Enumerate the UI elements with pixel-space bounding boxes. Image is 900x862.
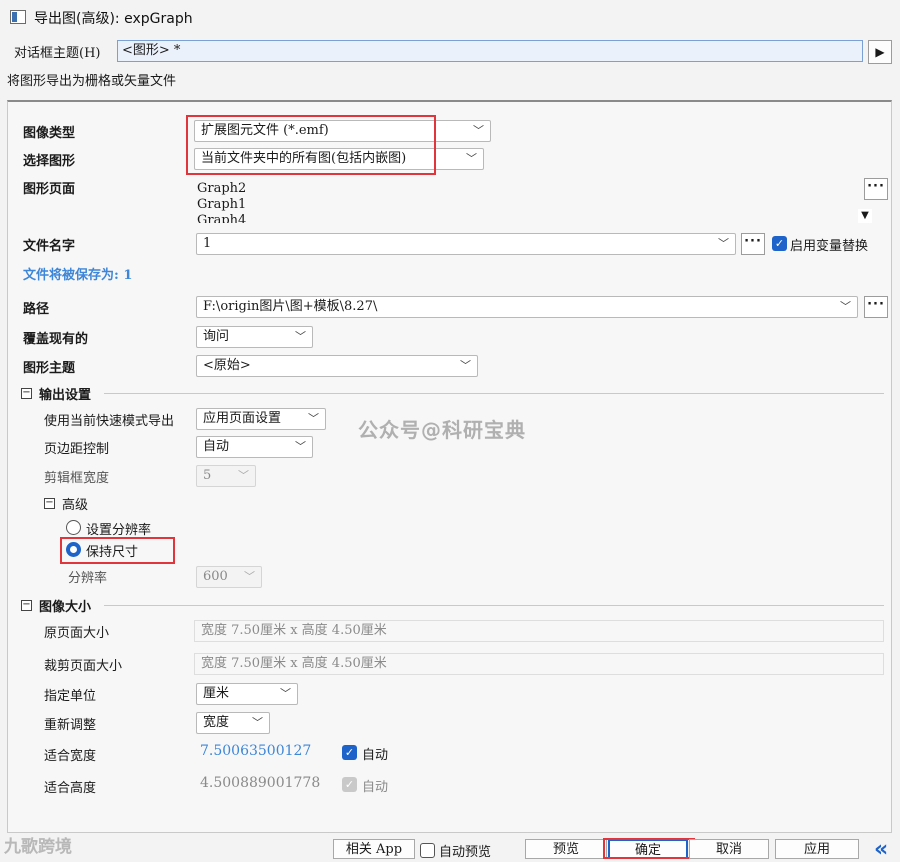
clip-width-value: 5 <box>203 468 212 483</box>
graph-pages-browse-button[interactable]: ··· <box>864 178 888 200</box>
saved-as-text: 文件将被保存为: 1 <box>23 268 133 283</box>
chevron-down-icon: ﹀ <box>295 330 306 343</box>
collapse-advanced-icon[interactable]: − <box>44 498 55 509</box>
set-resolution-label: 设置分辨率 <box>86 523 152 538</box>
chevron-down-icon: ﹀ <box>252 716 263 729</box>
resize-value: 宽度 <box>203 715 230 730</box>
fit-height-auto-checkbox[interactable]: ✓ <box>342 777 357 792</box>
collapse-image-size-icon[interactable]: − <box>21 600 32 611</box>
section-divider <box>104 605 884 606</box>
unit-label: 指定单位 <box>44 689 97 704</box>
graph-pages-list[interactable]: Graph2 Graph1 Graph4 <box>197 178 874 223</box>
watermark-text: 公众号@科研宝典 <box>358 418 526 442</box>
dialog-theme-label: 对话框主题(H) <box>14 46 101 61</box>
file-name-browse-button[interactable]: ··· <box>741 233 765 255</box>
preview-button[interactable]: 预览 <box>525 839 607 859</box>
path-browse-button[interactable]: ··· <box>864 296 888 318</box>
resolution-select[interactable]: 600 ﹀ <box>196 566 262 588</box>
app-window-icon <box>10 10 26 24</box>
advanced-header: 高级 <box>62 498 89 513</box>
quick-mode-select[interactable]: 应用页面设置 ﹀ <box>196 408 326 430</box>
unit-value: 厘米 <box>203 686 230 701</box>
fit-height-label: 适合高度 <box>44 781 97 796</box>
fit-width-label: 适合宽度 <box>44 749 97 764</box>
fit-height-value[interactable]: 4.500889001778 <box>200 775 320 791</box>
fit-width-value[interactable]: 7.50063500127 <box>200 743 311 759</box>
graph-theme-select[interactable]: <原始> ﹀ <box>196 355 478 377</box>
highlight-box-ok <box>603 838 695 859</box>
path-input[interactable]: F:\origin图片\图+模板\8.27\ ﹀ <box>196 296 858 318</box>
set-resolution-radio[interactable] <box>66 520 81 535</box>
apply-button[interactable]: 应用 <box>775 839 859 859</box>
fit-height-auto-label: 自动 <box>362 780 389 795</box>
clip-width-select[interactable]: 5 ﹀ <box>196 465 256 487</box>
collapse-panel-icon[interactable]: « <box>874 837 888 862</box>
chevron-down-icon: ﹀ <box>718 237 729 250</box>
image-size-header: 图像大小 <box>39 600 92 615</box>
watermark-bottom: 九歌跨境 <box>4 837 72 857</box>
chevron-down-icon: ﹀ <box>466 152 477 165</box>
fit-width-auto-checkbox[interactable]: ✓ <box>342 745 357 760</box>
cancel-button[interactable]: 取消 <box>689 839 769 859</box>
path-value: F:\origin图片\图+模板\8.27\ <box>203 299 378 314</box>
highlight-box-keep-size <box>60 537 175 564</box>
unit-select[interactable]: 厘米 ﹀ <box>196 683 298 705</box>
fit-width-auto-label: 自动 <box>362 748 389 763</box>
theme-menu-button[interactable]: ▶ <box>868 40 892 64</box>
original-page-value: 宽度 7.50厘米 x 高度 4.50厘米 <box>194 620 884 642</box>
play-icon: ▶ <box>875 45 885 59</box>
cropped-page-value: 宽度 7.50厘米 x 高度 4.50厘米 <box>194 653 884 675</box>
overwrite-value: 询问 <box>203 329 230 344</box>
file-name-label: 文件名字 <box>23 239 76 254</box>
chevron-down-icon: ﹀ <box>840 300 851 313</box>
overwrite-select[interactable]: 询问 ﹀ <box>196 326 313 348</box>
margin-select[interactable]: 自动 ﹀ <box>196 436 313 458</box>
window-title: 导出图(高级): expGraph <box>34 11 193 27</box>
quick-mode-value: 应用页面设置 <box>203 411 282 426</box>
overwrite-label: 覆盖现有的 <box>23 332 89 347</box>
resize-label: 重新调整 <box>44 718 97 733</box>
chevron-down-icon: ﹀ <box>295 440 306 453</box>
resolution-label: 分辨率 <box>68 571 108 586</box>
list-scroll-down-icon[interactable]: ▼ <box>858 209 872 223</box>
image-type-label: 图像类型 <box>23 126 76 141</box>
dialog-description: 将图形导出为栅格或矢量文件 <box>7 74 177 89</box>
enable-var-label: 启用变量替换 <box>790 239 869 254</box>
graph-theme-value: <原始> <box>203 358 251 373</box>
chevron-down-icon: ﹀ <box>308 412 319 425</box>
margin-value: 自动 <box>203 439 230 454</box>
chevron-down-icon: ﹀ <box>460 359 471 372</box>
related-app-button[interactable]: 相关 App <box>333 839 415 859</box>
path-label: 路径 <box>23 302 50 317</box>
original-page-label: 原页面大小 <box>44 626 110 641</box>
highlight-box-top <box>186 115 436 175</box>
resolution-value: 600 <box>203 569 228 584</box>
list-item[interactable]: Graph1 <box>197 197 246 212</box>
cropped-page-label: 裁剪页面大小 <box>44 659 123 674</box>
dialog-theme-input[interactable]: <图形> * <box>117 40 863 62</box>
list-item[interactable]: Graph2 <box>197 181 246 196</box>
file-name-input[interactable]: 1 ﹀ <box>196 233 736 255</box>
chevron-down-icon: ﹀ <box>473 124 484 137</box>
auto-preview-checkbox[interactable] <box>420 843 435 858</box>
list-item[interactable]: Graph4 <box>197 213 246 223</box>
file-name-value: 1 <box>203 236 212 251</box>
collapse-output-icon[interactable]: − <box>21 388 32 399</box>
auto-preview-label: 自动预览 <box>439 845 492 860</box>
quick-mode-label: 使用当前快速模式导出 <box>44 414 175 429</box>
margin-label: 页边距控制 <box>44 442 110 457</box>
chevron-down-icon: ﹀ <box>238 469 249 482</box>
graph-theme-label: 图形主题 <box>23 361 76 376</box>
graph-pages-label: 图形页面 <box>23 182 76 197</box>
output-settings-header: 输出设置 <box>39 388 92 403</box>
resize-select[interactable]: 宽度 ﹀ <box>196 712 270 734</box>
select-graph-label: 选择图形 <box>23 154 76 169</box>
enable-var-checkbox[interactable]: ✓ <box>772 236 787 251</box>
section-divider <box>104 393 884 394</box>
chevron-down-icon: ﹀ <box>244 570 255 583</box>
clip-width-label: 剪辑框宽度 <box>44 471 110 486</box>
chevron-down-icon: ﹀ <box>280 687 291 700</box>
